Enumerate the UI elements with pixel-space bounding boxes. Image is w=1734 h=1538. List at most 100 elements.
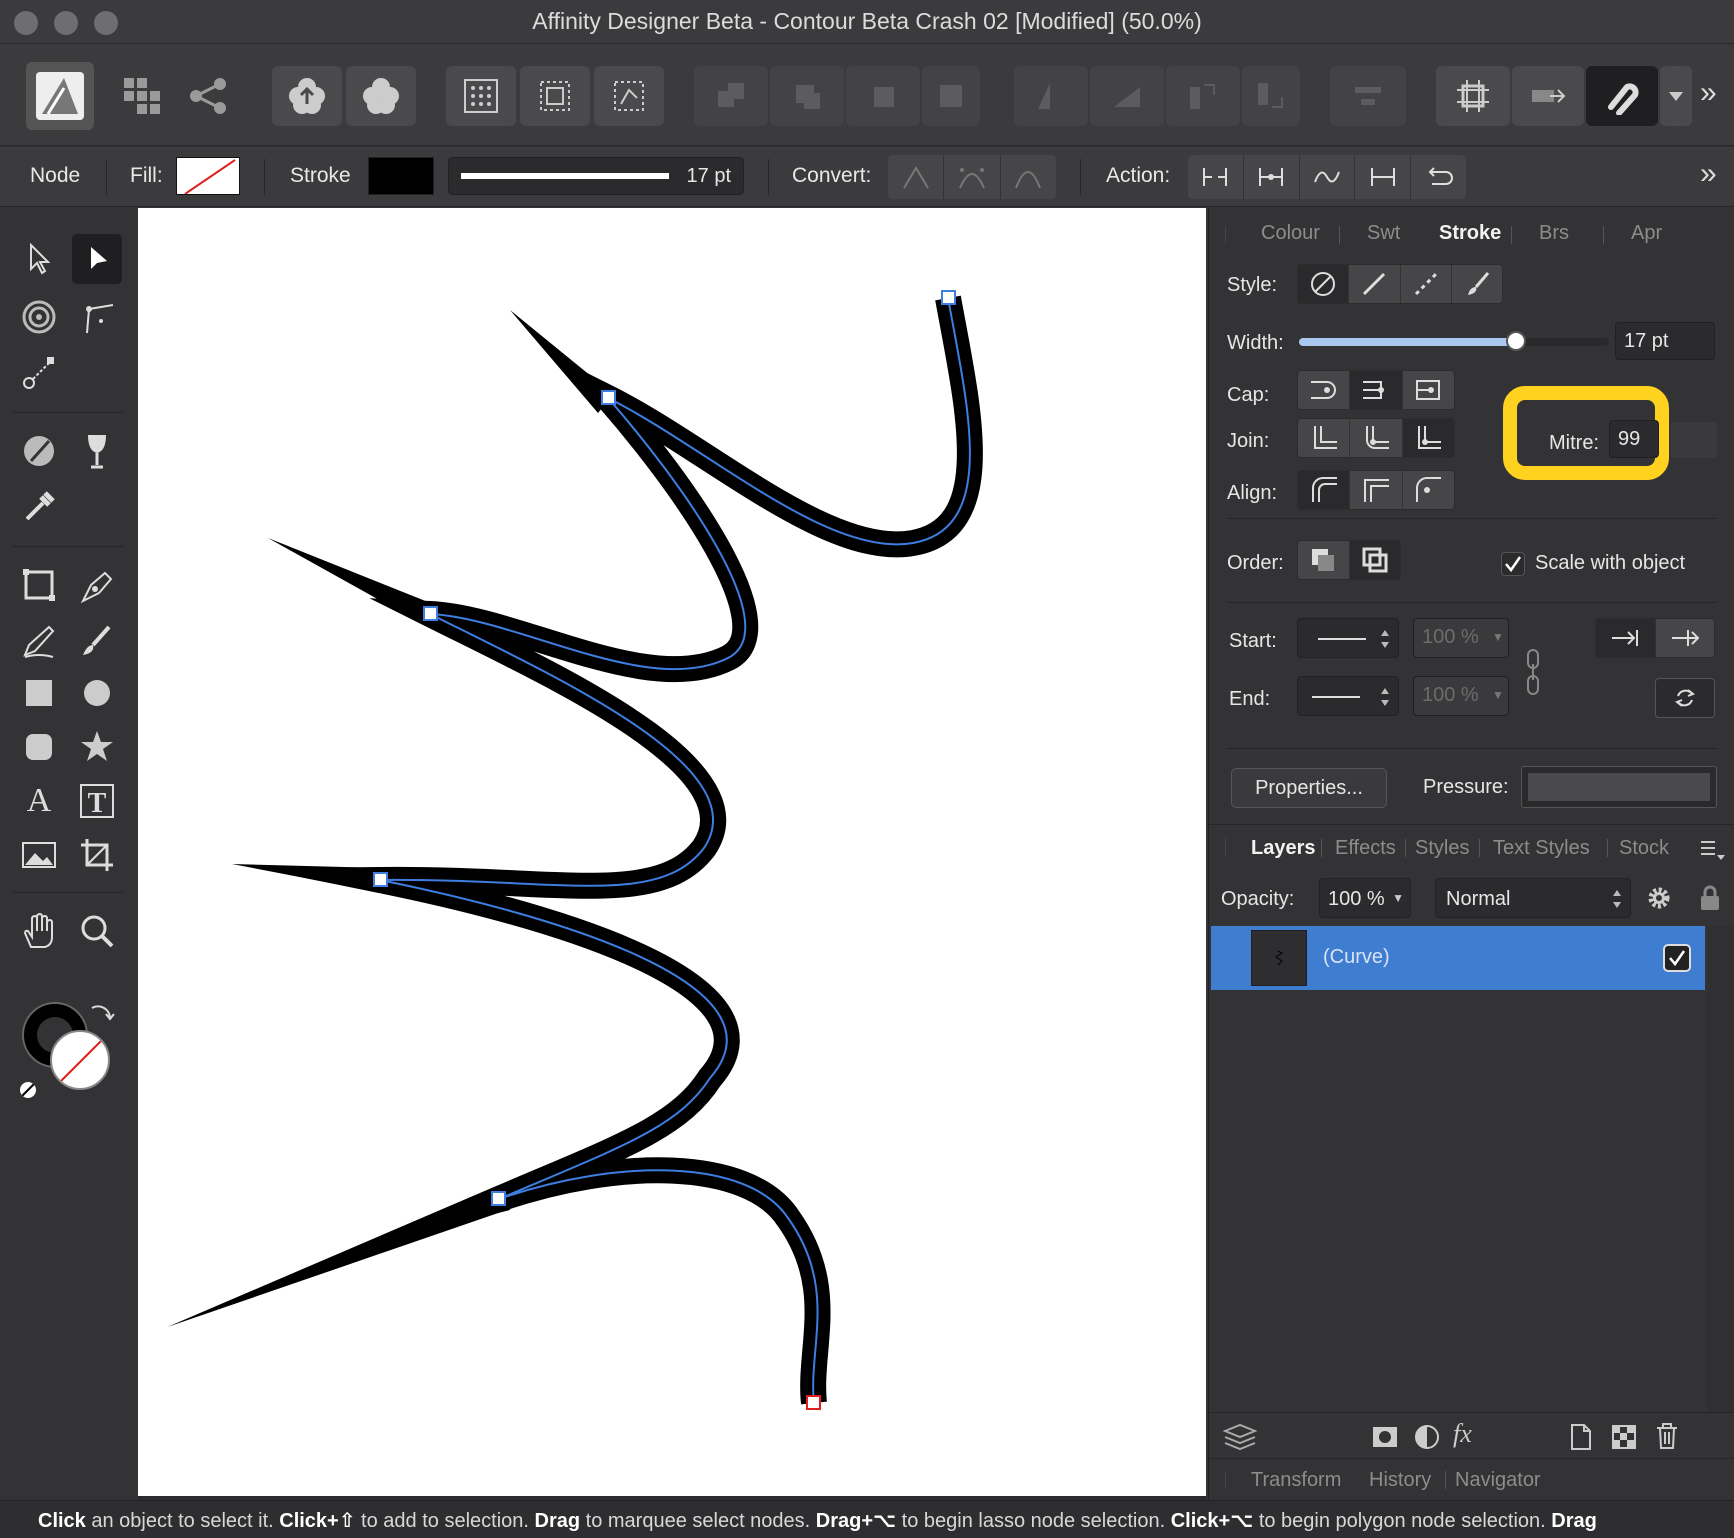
export-persona-button[interactable] (180, 66, 236, 126)
arrowhead-outside-button[interactable] (1656, 619, 1715, 657)
gradient-tool[interactable] (14, 426, 64, 476)
order-stroke-behind-button[interactable] (1298, 541, 1350, 579)
tab-effects[interactable]: Effects (1335, 837, 1396, 860)
pixel-persona-button[interactable] (114, 66, 170, 126)
width-slider[interactable] (1299, 331, 1609, 351)
tab-brushes[interactable]: Brs (1539, 222, 1569, 245)
start-arrowhead-select[interactable] (1297, 618, 1399, 658)
frame-text-tool[interactable]: T (72, 776, 122, 826)
corner-tool[interactable] (72, 292, 122, 342)
none-color-button[interactable] (18, 1080, 38, 1100)
panel-menu-icon[interactable] (1699, 839, 1727, 861)
scale-with-object-checkbox[interactable] (1501, 552, 1525, 576)
snap-bounds-button[interactable] (520, 66, 590, 126)
close-curve-button[interactable] (1244, 155, 1300, 199)
align-button[interactable] (1330, 66, 1406, 126)
transparency-tool[interactable] (72, 426, 122, 476)
blend-mode-select[interactable]: Normal (1435, 878, 1631, 918)
pen-tool[interactable] (72, 560, 122, 610)
break-curve-button[interactable] (1188, 155, 1244, 199)
app-persona-designer-button[interactable] (26, 62, 94, 130)
ellipse-tool[interactable] (72, 668, 122, 718)
gear-icon[interactable] (1645, 884, 1673, 912)
tab-history[interactable]: History (1369, 1469, 1431, 1492)
swap-arrowheads-button[interactable] (1655, 678, 1715, 718)
contour-tool[interactable] (14, 292, 64, 342)
rotate-left-button[interactable] (1166, 66, 1240, 126)
view-tool[interactable] (14, 906, 64, 956)
tab-navigator[interactable]: Navigator (1455, 1469, 1541, 1492)
rectangle-tool[interactable] (14, 668, 64, 718)
snapping-options-dropdown[interactable] (1660, 66, 1692, 126)
stroke-swatch[interactable] (368, 157, 434, 195)
align-outside-button[interactable] (1403, 471, 1454, 509)
arrange-forward-button[interactable] (846, 66, 920, 126)
node-tool[interactable] (72, 234, 122, 284)
snap-nodes-button[interactable] (594, 66, 664, 126)
fill-swatch[interactable] (176, 157, 240, 195)
style-none-button[interactable] (1298, 265, 1350, 303)
new-layer-icon[interactable] (1569, 1423, 1593, 1451)
curve-artwork[interactable] (138, 208, 1206, 1496)
mask-icon[interactable] (1371, 1423, 1399, 1451)
tab-styles[interactable]: Styles (1415, 837, 1469, 860)
join-bevel-button[interactable] (1402, 419, 1454, 457)
star-tool[interactable] (72, 722, 122, 772)
tab-stock[interactable]: Stock (1619, 837, 1669, 860)
flip-horizontal-button[interactable] (1014, 66, 1088, 126)
tab-appearance[interactable]: Apr (1631, 222, 1662, 245)
width-field[interactable]: 17 pt (1615, 322, 1715, 360)
smooth-curve-button[interactable] (1300, 155, 1356, 199)
tab-layers[interactable]: Layers (1251, 837, 1316, 860)
reverse-curve-button[interactable] (1411, 155, 1466, 199)
end-arrowhead-select[interactable] (1297, 676, 1399, 716)
snap-grid-button[interactable] (446, 66, 516, 126)
move-tool[interactable] (14, 234, 64, 284)
context-overflow-button[interactable]: » (1700, 157, 1717, 191)
cap-butt-button[interactable] (1298, 371, 1351, 409)
snapping-button[interactable] (1436, 66, 1510, 126)
zoom-tool[interactable] (72, 906, 122, 956)
tab-colour[interactable]: Colour (1261, 222, 1320, 245)
rounded-rectangle-tool[interactable] (14, 722, 64, 772)
tab-stroke[interactable]: Stroke (1439, 222, 1501, 245)
end-scale-dropdown-icon[interactable]: ▼ (1492, 688, 1504, 702)
join-curves-button[interactable] (1355, 155, 1412, 199)
layer-visibility-checkbox[interactable] (1663, 944, 1691, 972)
start-scale-dropdown-icon[interactable]: ▼ (1492, 630, 1504, 644)
style-dashed-button[interactable] (1401, 265, 1452, 303)
width-slider-knob[interactable] (1506, 331, 1526, 351)
artistic-text-tool[interactable]: A (14, 776, 64, 826)
align-center-button[interactable] (1298, 471, 1351, 509)
fx-icon[interactable]: fx (1453, 1419, 1472, 1449)
tab-swatches[interactable]: Swt (1367, 222, 1400, 245)
opacity-field[interactable]: 100 % ▼ (1319, 878, 1411, 918)
convert-sharp-button[interactable] (888, 155, 945, 199)
insert-target-button[interactable] (1512, 66, 1584, 126)
arrange-backward-button[interactable] (770, 66, 844, 126)
vector-brush-tool[interactable] (72, 616, 122, 666)
arrange-back-button[interactable] (694, 66, 768, 126)
link-icon[interactable] (1525, 648, 1541, 696)
join-miter-button[interactable] (1298, 419, 1351, 457)
layers-stack-icon[interactable] (1223, 1421, 1257, 1451)
trash-icon[interactable] (1655, 1422, 1679, 1450)
color-picker-tool[interactable] (14, 482, 64, 532)
slice-tool[interactable] (72, 830, 122, 880)
adjustment-icon[interactable] (1413, 1423, 1441, 1451)
place-image-tool[interactable] (14, 830, 64, 880)
assistant-button[interactable] (272, 66, 342, 126)
align-inside-button[interactable] (1350, 471, 1403, 509)
force-pixel-alignment-button[interactable] (1586, 66, 1658, 126)
join-round-button[interactable] (1350, 419, 1403, 457)
tab-transform[interactable]: Transform (1251, 1469, 1341, 1492)
fill-color-well[interactable] (50, 1030, 110, 1090)
stroke-width-control[interactable]: 17 pt (448, 157, 744, 195)
assistant-options-button[interactable] (346, 66, 416, 126)
point-transform-tool[interactable] (14, 348, 64, 398)
style-solid-button[interactable] (1349, 265, 1401, 303)
tab-text-styles[interactable]: Text Styles (1493, 837, 1590, 860)
toolbar-overflow-button[interactable]: » (1700, 76, 1717, 110)
arrowhead-inside-button[interactable] (1596, 619, 1656, 657)
vector-crop-tool[interactable] (14, 560, 64, 610)
